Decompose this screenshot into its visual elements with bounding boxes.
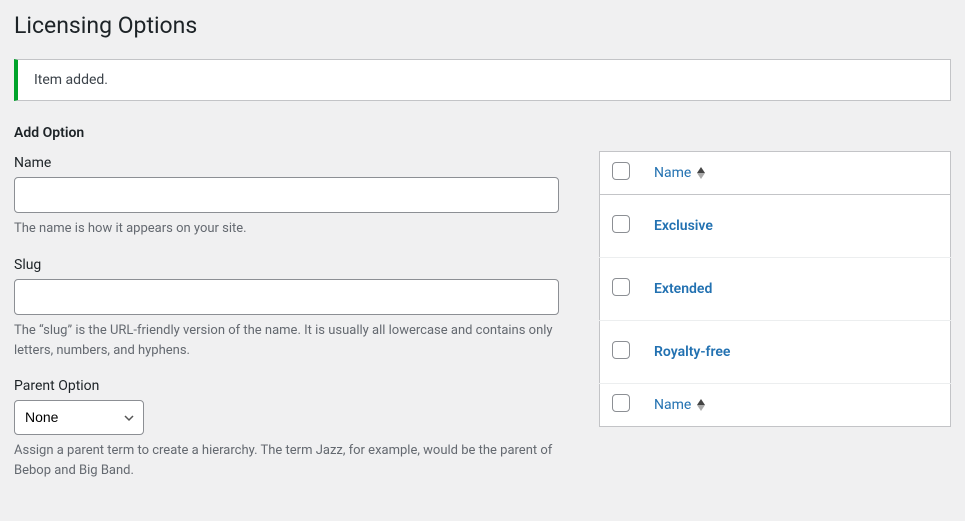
name-label: Name	[14, 155, 559, 171]
parent-desc: Assign a parent term to create a hierarc…	[14, 441, 559, 480]
table-row: Exclusive	[600, 195, 951, 258]
row-checkbox[interactable]	[612, 278, 630, 296]
row-title-link[interactable]: Extended	[654, 281, 712, 297]
parent-label: Parent Option	[14, 378, 559, 394]
parent-select[interactable]: None	[14, 400, 144, 435]
form-heading: Add Option	[14, 125, 559, 141]
select-all-top[interactable]	[612, 162, 630, 180]
select-all-bottom[interactable]	[612, 394, 630, 412]
add-option-form: Add Option Name The name is how it appea…	[14, 125, 559, 498]
notice-message: Item added.	[34, 72, 108, 88]
row-title-link[interactable]: Royalty-free	[654, 344, 730, 360]
table-row: Extended	[600, 258, 951, 321]
page-title: Licensing Options	[14, 8, 951, 43]
name-desc: The name is how it appears on your site.	[14, 219, 559, 239]
name-input[interactable]	[14, 177, 559, 213]
row-checkbox[interactable]	[612, 341, 630, 359]
col-footer-name[interactable]: Name	[654, 397, 705, 413]
col-footer-name-label: Name	[654, 397, 691, 413]
table-row: Royalty-free	[600, 321, 951, 384]
sort-icon	[697, 167, 705, 179]
slug-label: Slug	[14, 257, 559, 273]
col-header-name[interactable]: Name	[654, 165, 705, 181]
slug-input[interactable]	[14, 279, 559, 315]
slug-desc: The “slug” is the URL-friendly version o…	[14, 321, 559, 360]
options-table: Name Exclusive	[599, 151, 951, 427]
row-checkbox[interactable]	[612, 215, 630, 233]
success-notice: Item added.	[14, 59, 951, 101]
col-header-name-label: Name	[654, 165, 691, 181]
row-title-link[interactable]: Exclusive	[654, 218, 713, 234]
sort-icon	[697, 399, 705, 411]
